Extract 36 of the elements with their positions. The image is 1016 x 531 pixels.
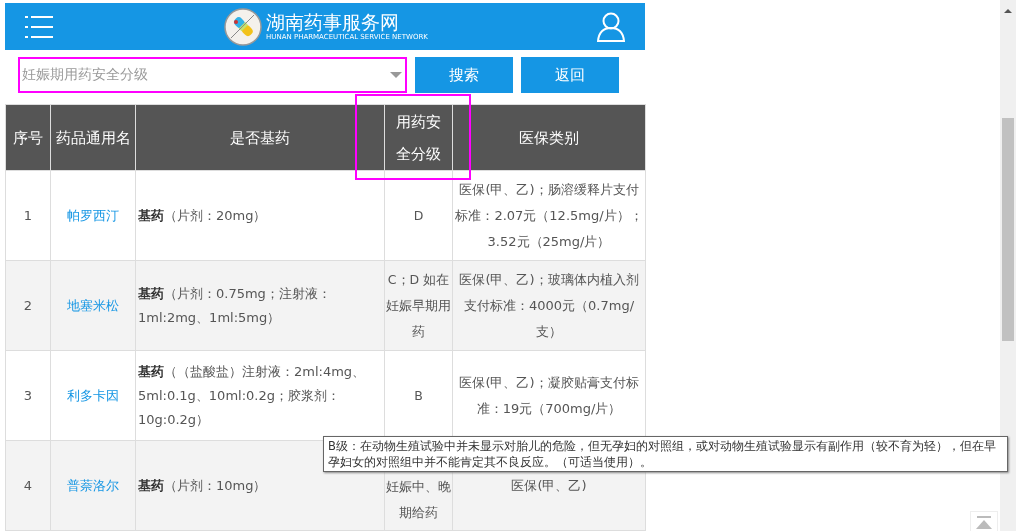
essential-header: 是否基药 [135,104,385,171]
insurance-text: 医保(甲、乙) [511,477,587,493]
name-header: 药品通用名 [50,104,136,171]
scroll-up-icon[interactable] [1004,9,1012,13]
user-icon[interactable] [597,11,625,42]
insurance-text: 医保(甲、乙)；肠溶缓释片支付标准：2.07元（12.5mg/片）；3.52元（25mg/片） [455,181,643,249]
essential-text: 基药（片剂：10mg） [138,477,267,493]
row-number: 3 [23,387,33,403]
site-title: 湖南药事服务网 [266,11,401,33]
menu-icon[interactable] [25,13,55,40]
tooltip-text: B级：在动物生殖试验中并未显示对胎儿的危险，但无孕妇的对照组，或对动物生殖试验显示有副作用（较不育为轻），但在早孕妇女的对照组中并不能肯定其不良反应。（可适当使用）。 [328,439,996,469]
drug-name-link[interactable]: 普萘洛尔 [67,477,119,493]
back-to-top-icon[interactable] [970,511,998,531]
back-button[interactable]: 返回 [521,57,619,93]
scroll-thumb[interactable] [1002,118,1014,341]
row-number: 2 [23,297,33,313]
insurance-header: 医保类别 [452,104,646,171]
category-select[interactable]: 妊娠期用药安全分级 [18,57,407,93]
essential-text: 基药（片剂：20mg） [138,207,267,223]
insurance-text: 医保(甲、乙)；玻璃体内植入剂支付标准：4000元（0.7mg/支） [459,271,639,339]
safety-header: 用药安全分级 [384,104,453,171]
essential-text: 基药（（盐酸盐）注射液：2ml:4mg、5ml:0.1g、10ml:0.2g；胶浆剂：10g:0.2g） [138,363,366,427]
safety-grade: B [414,387,423,403]
search-button[interactable]: 搜索 [415,57,513,93]
drug-name-link[interactable]: 地塞米松 [67,297,119,313]
number-header: 序号 [5,104,51,171]
safety-grade: C；D 如在妊娠早期用药 [386,271,451,339]
row-number: 4 [23,477,33,493]
safety-grade: 妊娠中、晚期给药 [386,479,451,520]
row-number: 1 [23,207,33,223]
drug-name-link[interactable]: 利多卡因 [67,387,119,403]
logo-icon [224,7,263,46]
essential-text: 基药（片剂：0.75mg；注射液：1ml:2mg、1ml:5mg） [138,285,331,325]
drug-name-link[interactable]: 帕罗西汀 [67,207,119,223]
insurance-text: 医保(甲、乙)；凝胶贴膏支付标准：19元（700mg/片） [459,374,639,416]
safety-grade: D [413,207,424,223]
